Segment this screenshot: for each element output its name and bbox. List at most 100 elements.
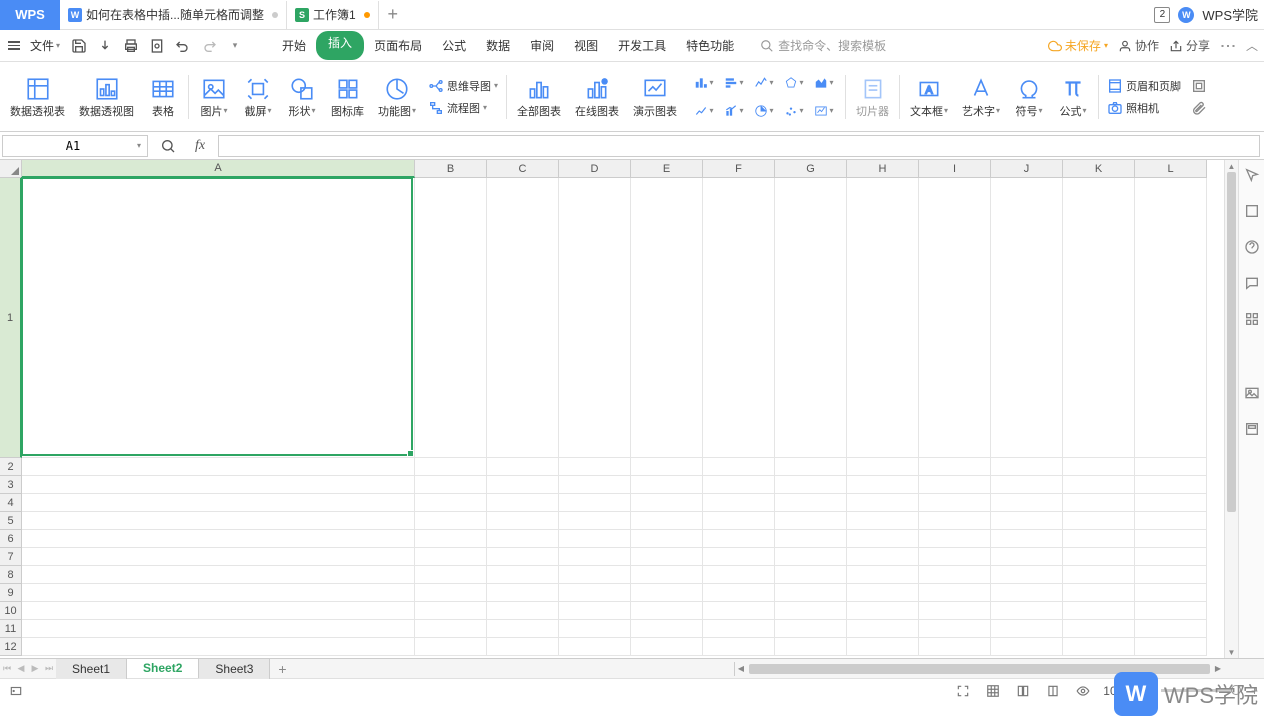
cell[interactable] [1063,512,1135,530]
cell-reference-input[interactable] [9,139,137,153]
cell[interactable] [1135,458,1207,476]
row-header[interactable]: 6 [0,530,22,548]
print-preview-icon[interactable] [146,35,168,57]
cell[interactable] [775,548,847,566]
row-header[interactable]: 11 [0,620,22,638]
row-header[interactable]: 2 [0,458,22,476]
cell[interactable] [559,566,631,584]
textbox-button[interactable]: A 文本框▾ [904,67,954,127]
avatar-icon[interactable]: W [1178,7,1194,23]
cell[interactable] [703,584,775,602]
cell[interactable] [775,476,847,494]
cell[interactable] [1063,602,1135,620]
template-panel-icon[interactable] [1243,420,1261,438]
eye-view-icon[interactable] [1073,681,1093,701]
cell[interactable] [415,178,487,458]
column-header[interactable]: D [559,160,631,178]
zoom-in-button[interactable]: + [1251,684,1258,698]
cell[interactable] [703,476,775,494]
share-button[interactable]: 分享 [1169,37,1210,54]
collab-button[interactable]: 协作 [1118,37,1159,54]
fx-icon[interactable]: fx [188,135,212,157]
cell[interactable] [22,638,415,656]
scatter-chart-icon[interactable]: ▾ [779,100,807,122]
cell[interactable] [919,566,991,584]
column-header[interactable]: G [775,160,847,178]
cell[interactable] [1135,476,1207,494]
cell[interactable] [919,530,991,548]
cell[interactable] [415,584,487,602]
cell[interactable] [919,178,991,458]
column-header[interactable]: F [703,160,775,178]
cell[interactable] [22,494,415,512]
cell[interactable] [559,584,631,602]
cell[interactable] [22,602,415,620]
scrollbar-thumb[interactable] [1227,172,1236,512]
cell[interactable] [775,602,847,620]
cell[interactable] [991,548,1063,566]
undo-icon[interactable] [172,35,194,57]
cell[interactable] [559,638,631,656]
area-chart-icon[interactable]: ▾ [809,72,837,94]
new-tab-button[interactable]: + [379,1,407,29]
row-header[interactable]: 4 [0,494,22,512]
cell[interactable] [919,602,991,620]
expand-formula-icon[interactable] [156,135,180,157]
cell[interactable] [703,494,775,512]
row-header[interactable]: 5 [0,512,22,530]
cell[interactable] [487,512,559,530]
cell[interactable] [487,620,559,638]
cell[interactable] [487,178,559,458]
page-break-view-icon[interactable] [1013,681,1033,701]
cell[interactable] [775,566,847,584]
cell[interactable] [415,566,487,584]
cell[interactable] [1135,602,1207,620]
cell[interactable] [22,476,415,494]
symbol-button[interactable]: 符号▾ [1008,67,1050,127]
cell[interactable] [1063,620,1135,638]
cell[interactable] [919,620,991,638]
picture-button[interactable]: 图片▾ [193,67,235,127]
column-header[interactable]: A [22,160,415,178]
cell[interactable] [415,638,487,656]
cell[interactable] [1063,638,1135,656]
cell[interactable] [415,548,487,566]
object-button[interactable] [1191,78,1207,94]
column-header[interactable]: I [919,160,991,178]
cell[interactable] [487,476,559,494]
icon-library-button[interactable]: 图标库 [325,67,370,127]
menu-tab-视图[interactable]: 视图 [564,31,608,60]
sheet-tab[interactable]: Sheet3 [199,659,270,679]
cell[interactable] [22,178,415,458]
comments-icon[interactable] [1243,274,1261,292]
vertical-scrollbar[interactable]: ▲ ▼ [1224,160,1238,658]
row-header[interactable]: 3 [0,476,22,494]
cell[interactable] [487,548,559,566]
cell[interactable] [991,530,1063,548]
cell[interactable] [991,476,1063,494]
cell[interactable] [22,566,415,584]
camera-button[interactable]: 照相机 [1107,100,1159,116]
cell[interactable] [775,178,847,458]
cell[interactable] [415,602,487,620]
combo-chart-icon[interactable]: ▾ [719,100,747,122]
cell[interactable] [703,602,775,620]
cell[interactable] [631,566,703,584]
column-header[interactable]: K [1063,160,1135,178]
apps-icon[interactable] [1243,310,1261,328]
cell[interactable] [1135,566,1207,584]
formula-input[interactable] [218,135,1260,157]
cells-grid[interactable] [22,178,1224,658]
cell[interactable] [775,584,847,602]
cell[interactable] [1063,584,1135,602]
cell[interactable] [919,458,991,476]
cell[interactable] [919,548,991,566]
cell[interactable] [22,548,415,566]
header-footer-button[interactable]: 页眉和页脚 [1107,78,1181,94]
cell[interactable] [631,512,703,530]
redo-icon[interactable] [198,35,220,57]
cell[interactable] [415,512,487,530]
row-header[interactable]: 12 [0,638,22,656]
cell[interactable] [631,620,703,638]
notification-badge[interactable]: 2 [1154,7,1170,23]
